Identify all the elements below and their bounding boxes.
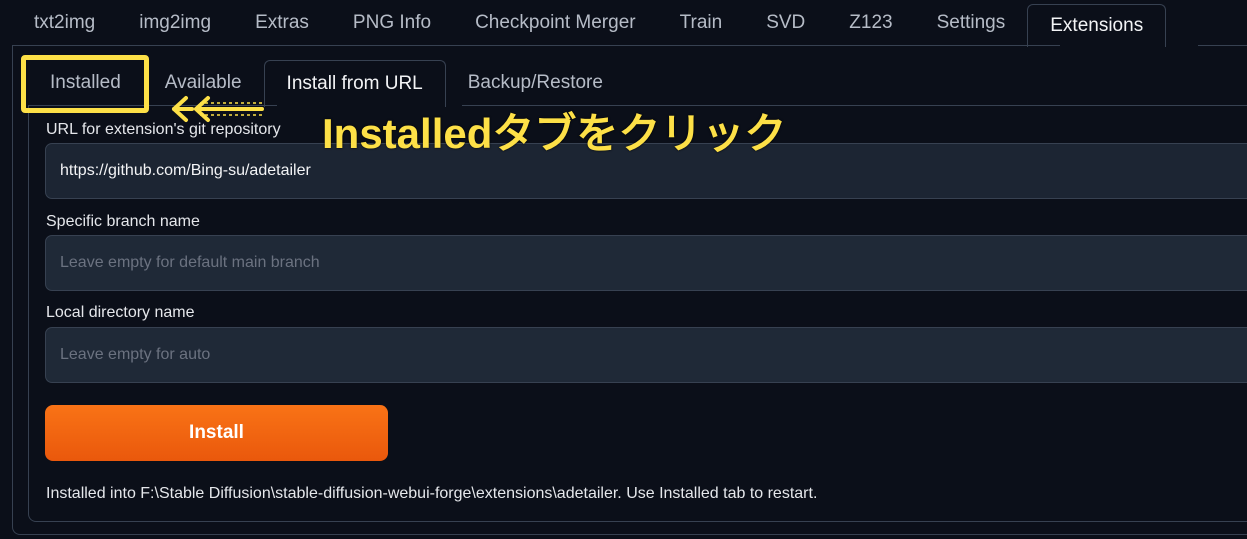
tab-img2img[interactable]: img2img <box>117 0 233 46</box>
directory-input[interactable] <box>45 327 1247 383</box>
tab-svd[interactable]: SVD <box>744 0 827 46</box>
tab-checkpoint-merger[interactable]: Checkpoint Merger <box>453 0 658 46</box>
top-tab-bar: txt2img img2img Extras PNG Info Checkpoi… <box>0 0 1247 47</box>
tab-train[interactable]: Train <box>658 0 745 46</box>
directory-label: Local directory name <box>46 304 195 321</box>
branch-label: Specific branch name <box>46 213 200 230</box>
install-button[interactable]: Install <box>45 405 388 461</box>
install-status-message: Installed into F:\Stable Diffusion\stabl… <box>46 485 818 502</box>
tab-settings[interactable]: Settings <box>915 0 1028 46</box>
tab-png-info[interactable]: PNG Info <box>331 0 453 46</box>
tab-extensions[interactable]: Extensions <box>1027 4 1167 47</box>
branch-input[interactable] <box>45 235 1247 291</box>
tab-extras[interactable]: Extras <box>233 0 331 46</box>
installed-tab-highlight <box>21 55 149 113</box>
extensions-page: txt2img img2img Extras PNG Info Checkpoi… <box>0 0 1247 539</box>
tab-txt2img[interactable]: txt2img <box>0 0 117 46</box>
annotation-callout: Installedタブをクリック <box>322 110 787 157</box>
tab-z123[interactable]: Z123 <box>827 0 914 46</box>
pointer-arrow-icon <box>172 96 264 122</box>
